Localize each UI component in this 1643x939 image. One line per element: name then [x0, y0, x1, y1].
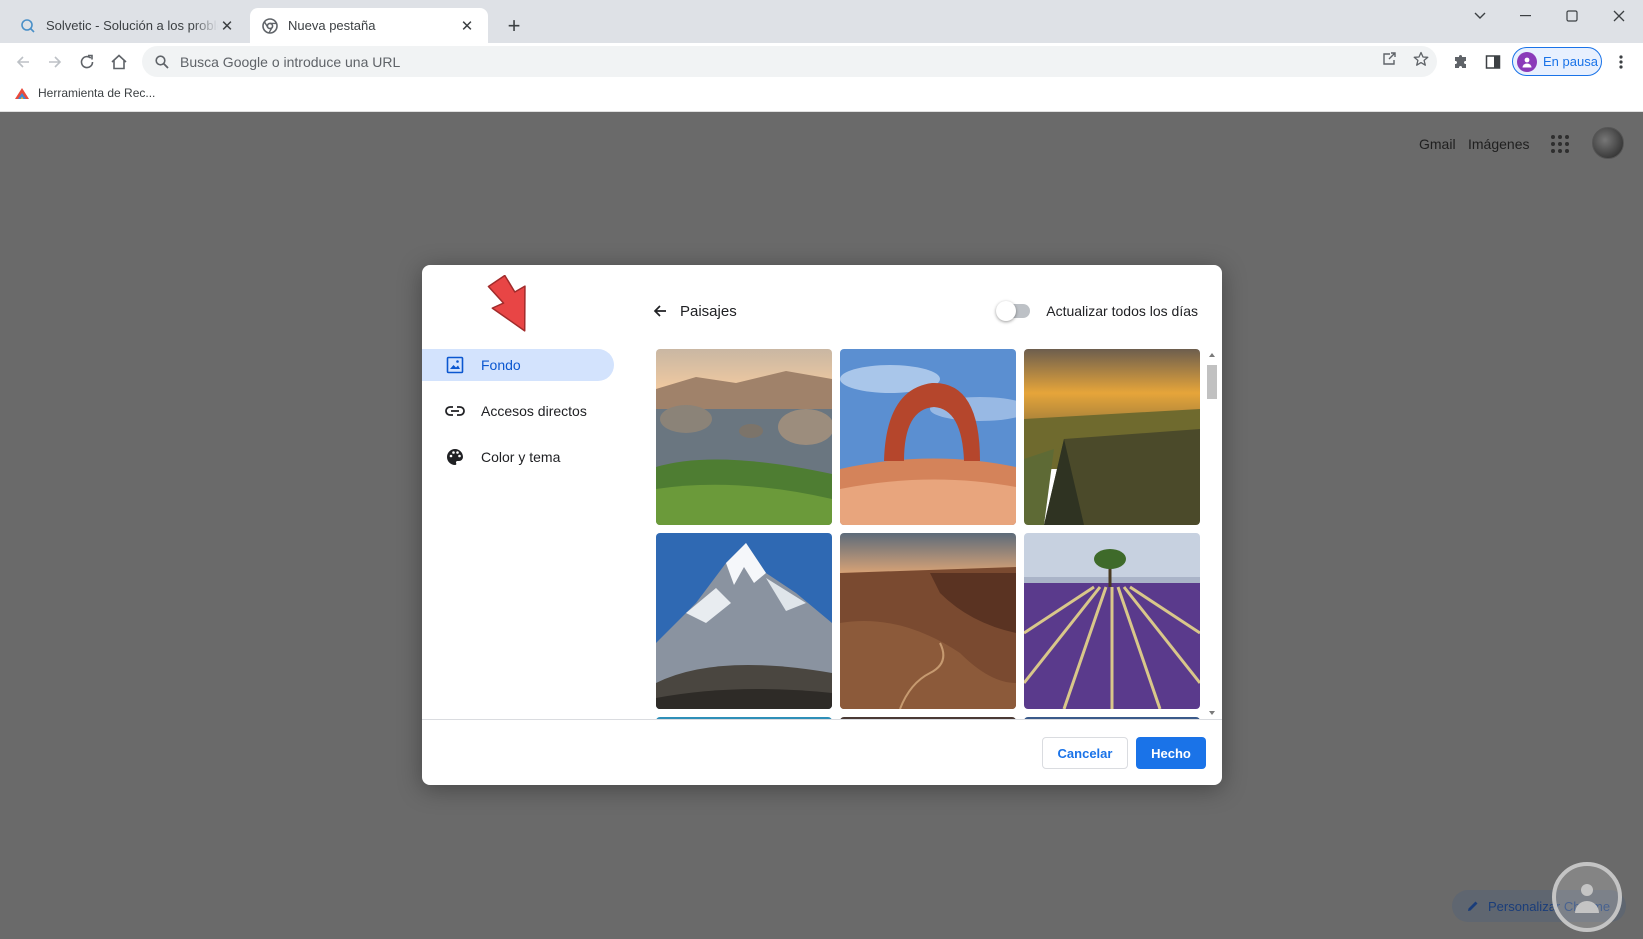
background-tile-lavender-field[interactable] [1024, 533, 1200, 709]
background-tile-coastal-rocks[interactable] [656, 349, 832, 525]
pencil-icon [1468, 901, 1478, 911]
annotation-arrow-icon [487, 275, 526, 332]
background-tile-snowy-mountain[interactable] [656, 533, 832, 709]
link-icon [445, 401, 465, 421]
minimize-icon[interactable] [1503, 0, 1549, 32]
new-tab-page: Gmail Imágenes Personalizar Chrome Fondo [0, 112, 1643, 939]
background-tile-desert-arch[interactable] [840, 349, 1016, 525]
nav-item-color-theme[interactable]: Color y tema [422, 441, 614, 473]
bookmark-item[interactable]: Herramienta de Rec... [14, 86, 155, 100]
profile-status-label: En pausa [1543, 54, 1598, 69]
bookmark-label: Herramienta de Rec... [38, 86, 156, 100]
solvetic-favicon-icon [20, 18, 36, 34]
done-button[interactable]: Hecho [1136, 737, 1206, 769]
background-tile-canyon-sunset[interactable] [1024, 349, 1200, 525]
tab-new-tab[interactable]: Nueva pestaña ✕ [250, 8, 488, 43]
share-icon[interactable] [1377, 47, 1401, 71]
bookmarks-bar: Herramienta de Rec... [0, 80, 1643, 112]
palette-icon [445, 447, 465, 467]
site-watermark-logo [1552, 862, 1622, 932]
new-tab-plus-icon[interactable]: + [500, 13, 528, 39]
daily-refresh-toggle[interactable] [996, 301, 1031, 321]
nav-item-label: Color y tema [481, 449, 561, 465]
daily-refresh-control: Actualizar todos los días [996, 301, 1198, 321]
close-tab-icon[interactable]: ✕ [458, 17, 476, 35]
close-tab-icon[interactable]: ✕ [218, 17, 236, 35]
bookmark-favicon-icon [15, 88, 29, 99]
images-link[interactable]: Imágenes [1468, 136, 1529, 152]
close-window-icon[interactable] [1596, 0, 1642, 32]
forward-arrow-icon[interactable] [40, 47, 70, 77]
chrome-icon [262, 17, 278, 34]
apps-grid-icon[interactable] [1548, 132, 1572, 156]
search-icon [144, 54, 180, 69]
reload-icon[interactable] [72, 47, 102, 77]
collection-title: Paisajes [680, 302, 737, 320]
google-account-avatar[interactable] [1592, 127, 1624, 159]
nav-item-label: Accesos directos [481, 403, 587, 419]
background-grid [656, 349, 1202, 719]
nav-item-background[interactable]: Fondo [422, 349, 614, 381]
grid-scrollbar[interactable] [1206, 349, 1218, 719]
omnibox-input[interactable] [180, 53, 1437, 70]
maximize-icon[interactable] [1549, 0, 1595, 32]
profile-paused-button[interactable]: En pausa [1512, 47, 1602, 76]
image-icon [445, 355, 465, 375]
address-bar[interactable] [142, 46, 1437, 77]
side-panel-icon[interactable] [1478, 47, 1508, 77]
cancel-button[interactable]: Cancelar [1042, 737, 1128, 769]
menu-kebab-icon[interactable] [1606, 47, 1636, 77]
daily-refresh-label: Actualizar todos los días [1046, 303, 1198, 319]
home-icon[interactable] [104, 47, 134, 77]
bookmark-star-icon[interactable] [1409, 47, 1433, 71]
tab-solvetic[interactable]: Solvetic - Solución a los problemas ✕ [8, 8, 248, 43]
nav-item-shortcuts[interactable]: Accesos directos [422, 395, 614, 427]
tab-strip: Solvetic - Solución a los problemas ✕ Nu… [0, 0, 1643, 43]
extensions-puzzle-icon[interactable] [1446, 47, 1476, 77]
tab-title: Nueva pestaña [288, 18, 376, 33]
gmail-link[interactable]: Gmail [1419, 136, 1456, 152]
background-tile-red-rock-valley[interactable] [840, 533, 1016, 709]
nav-item-label: Fondo [481, 357, 521, 373]
toolbar: En pausa [0, 43, 1643, 80]
back-arrow-icon[interactable] [650, 301, 670, 321]
back-arrow-icon[interactable] [8, 47, 38, 77]
tab-title: Solvetic - Solución a los problemas [46, 18, 218, 33]
tab-search-chevron-icon[interactable] [1457, 0, 1503, 32]
collection-header: Paisajes [650, 301, 737, 321]
customize-dialog: Fondo Accesos directos Color y tema Pais… [422, 265, 1222, 785]
dialog-divider [422, 719, 1222, 720]
profile-avatar-icon [1517, 51, 1537, 72]
